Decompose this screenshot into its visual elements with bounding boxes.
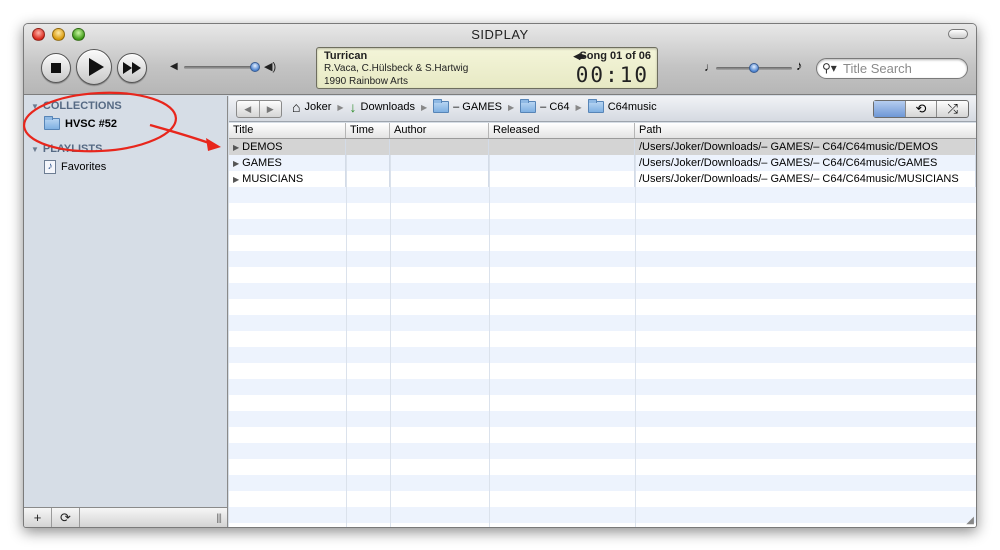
collections-header[interactable]: ▼ COLLECTIONS <box>31 100 122 112</box>
playback-mode-control: ⟲ ⤮ <box>873 100 969 118</box>
sidebar: ▼ COLLECTIONS HVSC #52 ▼ PLAYLISTS ♪ Favor… <box>24 96 228 507</box>
home-icon: ⌂ <box>292 99 301 115</box>
sidebar-footer: + ⟳ ||| <box>24 507 228 527</box>
window-title: SIDPLAY <box>471 27 529 42</box>
column-header-path[interactable]: Path <box>635 123 976 138</box>
stop-icon <box>51 63 61 73</box>
folder-icon <box>44 116 60 130</box>
table-row[interactable]: ▶ DEMOS/Users/Joker/Downloads/– GAMES/– C… <box>229 139 976 155</box>
breadcrumb: ⌂ Joker ▶ ↓ Downloads ▶ – GAMES ▶ – C64 … <box>292 99 657 115</box>
table-header: Title Time Author Released Path <box>229 123 976 139</box>
column-header-title[interactable]: Title <box>229 123 346 138</box>
window-resize-icon[interactable]: ◢ <box>966 515 974 526</box>
breadcrumb-separator-icon: ▶ <box>337 102 344 112</box>
folder-icon <box>587 99 604 113</box>
column-header-time[interactable]: Time <box>346 123 390 138</box>
cell-released <box>489 139 635 155</box>
disclosure-triangle-icon[interactable]: ▼ <box>31 102 39 111</box>
now-playing-display: Turrican R.Vaca, C.Hülsbeck & S.Hartwig … <box>316 47 658 89</box>
shuffle-button[interactable]: ⤮ <box>937 101 968 117</box>
cell-released <box>489 155 635 171</box>
cell-title: ▶ GAMES <box>229 155 346 171</box>
cell-author <box>390 155 489 171</box>
cell-time <box>346 139 390 155</box>
sidplay-window: SIDPLAY ◀ ◀) Turrican R.Vaca, C.Hülsbeck… <box>23 23 977 528</box>
fade-mode-button[interactable] <box>874 101 906 117</box>
back-forward-control: ◀ ▶ <box>236 100 282 118</box>
title-search-field[interactable]: ⚲▾ <box>816 58 968 79</box>
folder-icon <box>433 99 450 113</box>
breadcrumb-item-downloads[interactable]: ↓ Downloads <box>349 99 415 115</box>
stop-button[interactable] <box>41 53 71 83</box>
forward-button[interactable]: ▶ <box>260 101 282 117</box>
sidebar-item-label: Favorites <box>61 161 107 173</box>
title-search-input[interactable] <box>841 61 961 76</box>
cell-path: /Users/Joker/Downloads/– GAMES/– C64/C64… <box>635 171 976 187</box>
fast-forward-button[interactable] <box>117 53 147 83</box>
breadcrumb-item-games[interactable]: – GAMES <box>433 99 502 113</box>
fast-forward-icon <box>123 62 141 74</box>
cell-time <box>346 171 390 187</box>
play-button[interactable] <box>76 49 112 85</box>
volume-slider[interactable] <box>184 66 260 69</box>
sidebar-item-favorites[interactable]: ♪ Favorites <box>44 160 106 174</box>
cell-title: ▶ MUSICIANS <box>229 171 346 187</box>
cell-title: ▶ DEMOS <box>229 139 346 155</box>
tune-release: 1990 Rainbow Arts <box>324 76 408 87</box>
playback-time: 00:10 <box>575 63 649 87</box>
refresh-button[interactable]: ⟳ <box>52 508 80 527</box>
toolbar-toggle-button[interactable] <box>948 29 968 39</box>
disclosure-triangle-icon[interactable]: ▼ <box>31 145 39 154</box>
song-counter: Song 01 of 06 <box>579 50 651 62</box>
volume-low-icon: ◀ <box>170 61 178 72</box>
cell-author <box>390 139 489 155</box>
playlists-header[interactable]: ▼ PLAYLISTS <box>31 143 102 155</box>
breadcrumb-separator-icon: ▶ <box>508 102 515 112</box>
download-arrow-icon: ↓ <box>349 99 357 115</box>
folder-icon <box>520 99 537 113</box>
breadcrumb-separator-icon: ▶ <box>420 102 428 112</box>
disclosure-triangle-icon[interactable]: ▶ <box>233 143 239 152</box>
cell-released <box>489 171 635 187</box>
tempo-slow-icon: ♩ <box>704 60 716 74</box>
disclosure-triangle-icon[interactable]: ▶ <box>233 175 239 184</box>
cell-author <box>390 171 489 187</box>
resize-grip-icon[interactable]: ||| <box>216 513 222 524</box>
sidebar-item-hvsc[interactable]: HVSC #52 <box>44 116 117 130</box>
toolbar: SIDPLAY ◀ ◀) Turrican R.Vaca, C.Hülsbeck… <box>24 24 976 95</box>
cell-time <box>346 155 390 171</box>
cell-path: /Users/Joker/Downloads/– GAMES/– C64/C64… <box>635 139 976 155</box>
tune-author: R.Vaca, C.Hülsbeck & S.Hartwig <box>324 63 469 74</box>
cell-path: /Users/Joker/Downloads/– GAMES/– C64/C64… <box>635 155 976 171</box>
breadcrumb-item-joker[interactable]: ⌂ Joker <box>292 99 331 115</box>
shuffle-icon: ⤮ <box>947 101 958 116</box>
tempo-slider-knob[interactable] <box>749 63 759 73</box>
breadcrumb-separator-icon: ▶ <box>575 102 582 112</box>
volume-high-icon: ◀) <box>264 61 277 73</box>
column-header-released[interactable]: Released <box>489 123 635 138</box>
back-button[interactable]: ◀ <box>237 101 260 117</box>
sidebar-item-label: HVSC #52 <box>65 118 117 130</box>
volume-slider-knob[interactable] <box>250 62 260 72</box>
table-rows: ▶ DEMOS/Users/Joker/Downloads/– GAMES/– C… <box>229 139 976 187</box>
browser-table: Title Time Author Released Path ▶ DEMOS/U… <box>229 123 976 527</box>
column-header-author[interactable]: Author <box>390 123 489 138</box>
repeat-button[interactable]: ⟲ <box>906 101 938 117</box>
search-icon[interactable]: ⚲▾ <box>822 61 837 75</box>
tempo-fast-icon: ♪ <box>796 58 803 73</box>
play-icon <box>88 58 104 76</box>
repeat-icon: ⟲ <box>915 101 927 116</box>
add-button[interactable]: + <box>24 508 52 527</box>
path-bar: ◀ ▶ ⌂ Joker ▶ ↓ Downloads ▶ – GAMES ▶ – … <box>229 96 976 122</box>
disclosure-triangle-icon[interactable]: ▶ <box>233 159 239 168</box>
breadcrumb-item-c64music[interactable]: C64music <box>587 99 657 113</box>
table-row[interactable]: ▶ MUSICIANS/Users/Joker/Downloads/– GAMES… <box>229 171 976 187</box>
table-row[interactable]: ▶ GAMES/Users/Joker/Downloads/– GAMES/– C… <box>229 155 976 171</box>
tune-title: Turrican <box>324 50 368 62</box>
breadcrumb-item-c64[interactable]: – C64 <box>520 99 570 113</box>
playlist-icon: ♪ <box>44 160 56 174</box>
